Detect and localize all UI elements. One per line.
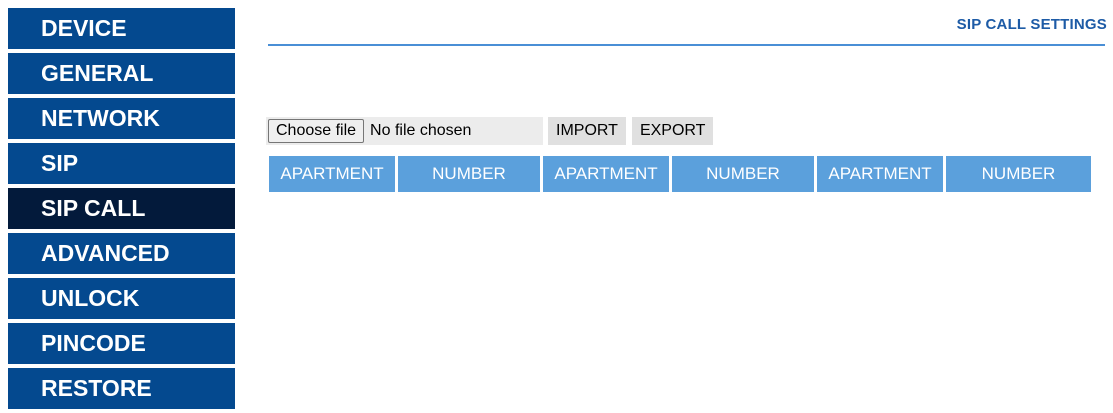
export-button[interactable]: EXPORT [631, 117, 714, 145]
file-input[interactable]: Choose file No file chosen [266, 117, 543, 145]
sidebar-item-restore[interactable]: RESTORE [8, 368, 235, 409]
sidebar-nav: DEVICE GENERAL NETWORK SIP SIP CALL ADVA… [8, 8, 235, 413]
sidebar-item-unlock[interactable]: UNLOCK [8, 278, 235, 319]
sidebar-item-pincode[interactable]: PINCODE [8, 323, 235, 364]
sidebar-item-sip[interactable]: SIP [8, 143, 235, 184]
sidebar-item-sip-call[interactable]: SIP CALL [8, 188, 235, 229]
column-header-apartment: APARTMENT [269, 156, 395, 192]
column-header-number: NUMBER [946, 156, 1091, 192]
column-header-number: NUMBER [398, 156, 540, 192]
sidebar-item-advanced[interactable]: ADVANCED [8, 233, 235, 274]
sidebar-item-device[interactable]: DEVICE [8, 8, 235, 49]
file-status-text: No file chosen [370, 122, 472, 139]
page-title: SIP CALL SETTINGS [956, 16, 1107, 33]
column-header-apartment: APARTMENT [817, 156, 943, 192]
import-button[interactable]: IMPORT [548, 117, 626, 145]
sidebar-item-network[interactable]: NETWORK [8, 98, 235, 139]
column-header-apartment: APARTMENT [543, 156, 669, 192]
title-divider [268, 44, 1105, 46]
table-header-row: APARTMENT NUMBER APARTMENT NUMBER APARTM… [269, 156, 1091, 192]
file-import-row: Choose file No file chosen IMPORT EXPORT [266, 117, 714, 145]
column-header-number: NUMBER [672, 156, 814, 192]
sidebar-item-general[interactable]: GENERAL [8, 53, 235, 94]
choose-file-button[interactable]: Choose file [268, 119, 365, 143]
